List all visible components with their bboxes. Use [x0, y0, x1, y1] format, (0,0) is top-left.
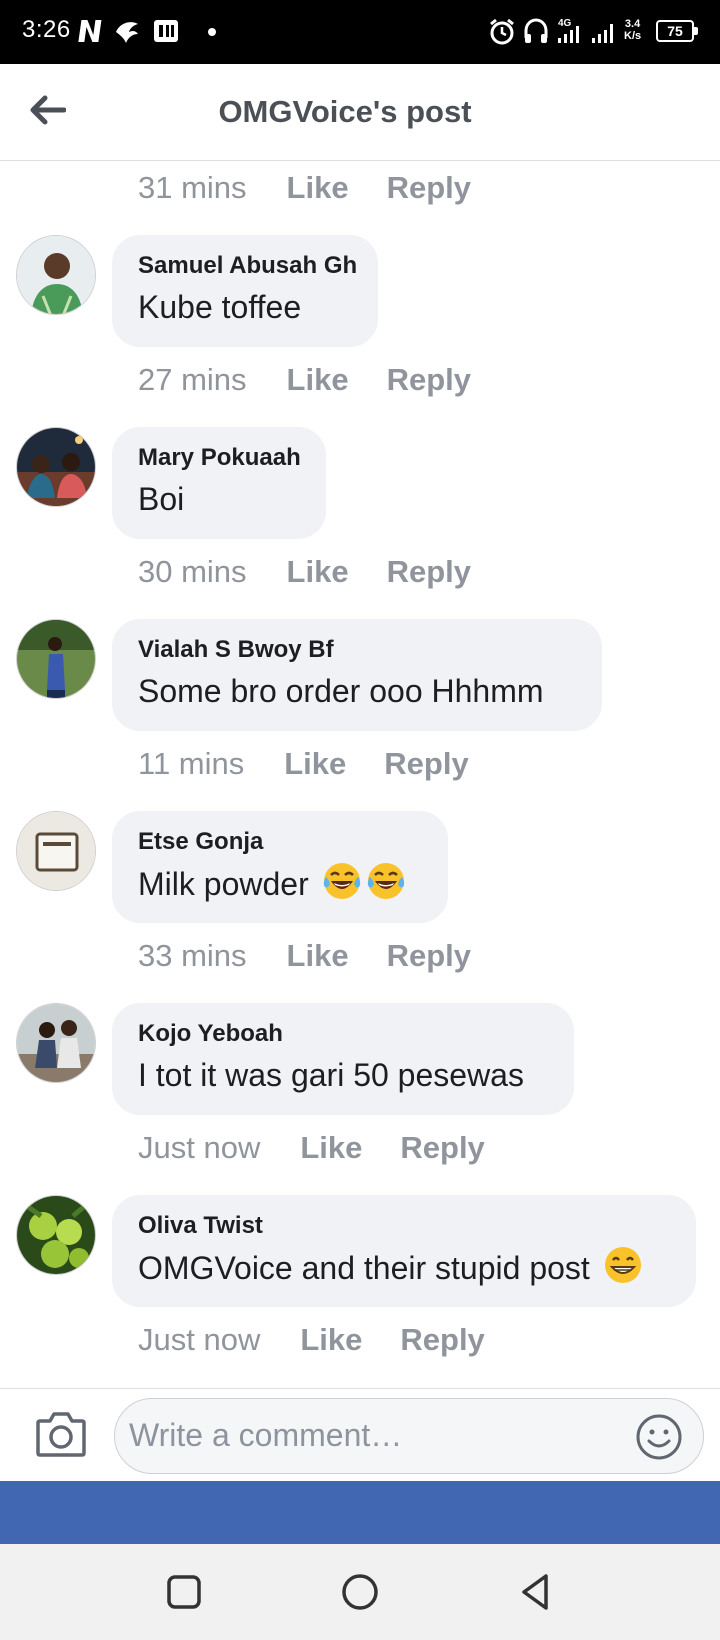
emoji-button[interactable] — [635, 1413, 683, 1461]
comment-author[interactable]: Kojo Yeboah — [138, 1019, 548, 1049]
comment-bubble[interactable]: Etse Gonja Milk powder — [112, 811, 448, 923]
comment-input-container[interactable] — [114, 1398, 704, 1474]
system-nav-bar — [0, 1544, 720, 1640]
comment-time: 33 mins — [138, 938, 247, 973]
reply-button[interactable]: Reply — [387, 170, 471, 206]
comment-time: Just now — [138, 1130, 261, 1165]
status-bar: 3:26 4G 3.4 K/s 75 — [0, 0, 720, 64]
reply-button[interactable]: Reply — [400, 1130, 484, 1166]
headphones-icon — [524, 18, 548, 43]
avatar[interactable] — [16, 235, 96, 315]
like-button[interactable]: Like — [287, 362, 349, 398]
netflix-icon — [78, 20, 102, 42]
comment-bubble[interactable]: Samuel Abusah Gh Kube toffee — [112, 235, 378, 347]
status-time: 3:26 — [22, 16, 71, 43]
circle-icon[interactable] — [338, 1570, 382, 1614]
face-with-tears-of-joy-icon — [367, 863, 404, 899]
avatar[interactable] — [16, 1195, 96, 1275]
comment-meta: 30 mins Like Reply — [138, 552, 471, 592]
camera-button[interactable] — [34, 1409, 88, 1459]
like-button[interactable]: Like — [287, 170, 349, 206]
like-button[interactable]: Like — [300, 1130, 362, 1166]
avatar[interactable] — [16, 619, 96, 699]
comment-meta: 27 mins Like Reply — [138, 360, 471, 400]
comments-list[interactable]: 31 mins Like Reply Samuel Abusah Gh Kube… — [0, 162, 720, 1388]
comment-meta: 11 mins Like Reply — [138, 744, 469, 784]
grinning-face-icon — [604, 1247, 641, 1283]
signal-icon — [592, 24, 613, 43]
comment-time: 27 mins — [138, 362, 247, 397]
reply-button[interactable]: Reply — [387, 362, 471, 398]
avatar[interactable] — [16, 811, 96, 891]
comment-bubble[interactable]: Oliva Twist OMGVoice and their stupid po… — [112, 1195, 696, 1307]
comment-author[interactable]: Mary Pokuaah — [138, 443, 301, 473]
reply-button[interactable]: Reply — [387, 554, 471, 590]
comment-time: 31 mins — [138, 170, 247, 205]
comment-meta: Just now Like Reply — [138, 1128, 485, 1168]
app-badge-icon — [154, 20, 178, 42]
post-header: OMGVoice's post — [0, 64, 720, 161]
comment-meta: 31 mins Like Reply — [138, 168, 471, 208]
comment-bubble[interactable]: Mary Pokuaah Boi — [112, 427, 326, 539]
comment-item: Vialah S Bwoy Bf Some bro order ooo Hhhm… — [0, 619, 720, 731]
comment-item: Mary Pokuaah Boi — [0, 427, 720, 539]
comment-time: 30 mins — [138, 554, 247, 589]
signal-4g-icon: 4G — [558, 18, 579, 43]
comment-author[interactable]: Etse Gonja — [138, 827, 422, 857]
like-button[interactable]: Like — [284, 746, 346, 782]
comment-input[interactable] — [129, 1399, 609, 1472]
comment-text: Some bro order ooo Hhhmm — [138, 673, 544, 709]
comment-author[interactable]: Vialah S Bwoy Bf — [138, 635, 576, 665]
comment-text: Boi — [138, 481, 185, 517]
face-with-tears-of-joy-icon — [323, 863, 360, 899]
comment-meta: 33 mins Like Reply — [138, 936, 471, 976]
comment-author[interactable]: Samuel Abusah Gh — [138, 251, 357, 281]
comment-text: I tot it was gari 50 pesewas — [138, 1057, 524, 1093]
comment-item: Oliva Twist OMGVoice and their stupid po… — [0, 1195, 720, 1307]
reply-button[interactable]: Reply — [387, 938, 471, 974]
avatar[interactable] — [16, 427, 96, 507]
like-button[interactable]: Like — [287, 554, 349, 590]
reply-button[interactable]: Reply — [400, 1322, 484, 1358]
comment-meta: Just now Like Reply — [138, 1320, 485, 1360]
comment-item: Kojo Yeboah I tot it was gari 50 pesewas — [0, 1003, 720, 1115]
app-bird-icon — [116, 22, 138, 43]
smiley-icon — [636, 1414, 682, 1460]
comment-text: Kube toffee — [138, 289, 302, 325]
svg-text:4G: 4G — [558, 18, 572, 29]
dot-icon — [208, 28, 216, 36]
battery-indicator: 75 — [656, 20, 698, 42]
comment-author[interactable]: Oliva Twist — [138, 1211, 670, 1241]
comment-text: Milk powder — [138, 861, 422, 906]
network-speed: 3.4 K/s — [624, 18, 642, 42]
triangle-back-icon[interactable] — [514, 1570, 558, 1614]
square-icon[interactable] — [162, 1570, 206, 1614]
comment-time: 11 mins — [138, 746, 245, 781]
comment-bubble[interactable]: Vialah S Bwoy Bf Some bro order ooo Hhhm… — [112, 619, 602, 731]
reply-button[interactable]: Reply — [384, 746, 468, 782]
alarm-icon — [490, 18, 514, 45]
page-title: OMGVoice's post — [218, 94, 472, 129]
comment-time: Just now — [138, 1322, 261, 1357]
comment-bubble[interactable]: Kojo Yeboah I tot it was gari 50 pesewas — [112, 1003, 574, 1115]
comment-text: OMGVoice and their stupid post — [138, 1245, 670, 1290]
comment-composer — [0, 1388, 720, 1481]
comment-item: Samuel Abusah Gh Kube toffee — [0, 235, 720, 347]
comment-item: Etse Gonja Milk powder — [0, 811, 720, 923]
like-button[interactable]: Like — [300, 1322, 362, 1358]
avatar[interactable] — [16, 1003, 96, 1083]
like-button[interactable]: Like — [287, 938, 349, 974]
camera-icon — [36, 1412, 86, 1457]
brand-bar — [0, 1481, 720, 1544]
